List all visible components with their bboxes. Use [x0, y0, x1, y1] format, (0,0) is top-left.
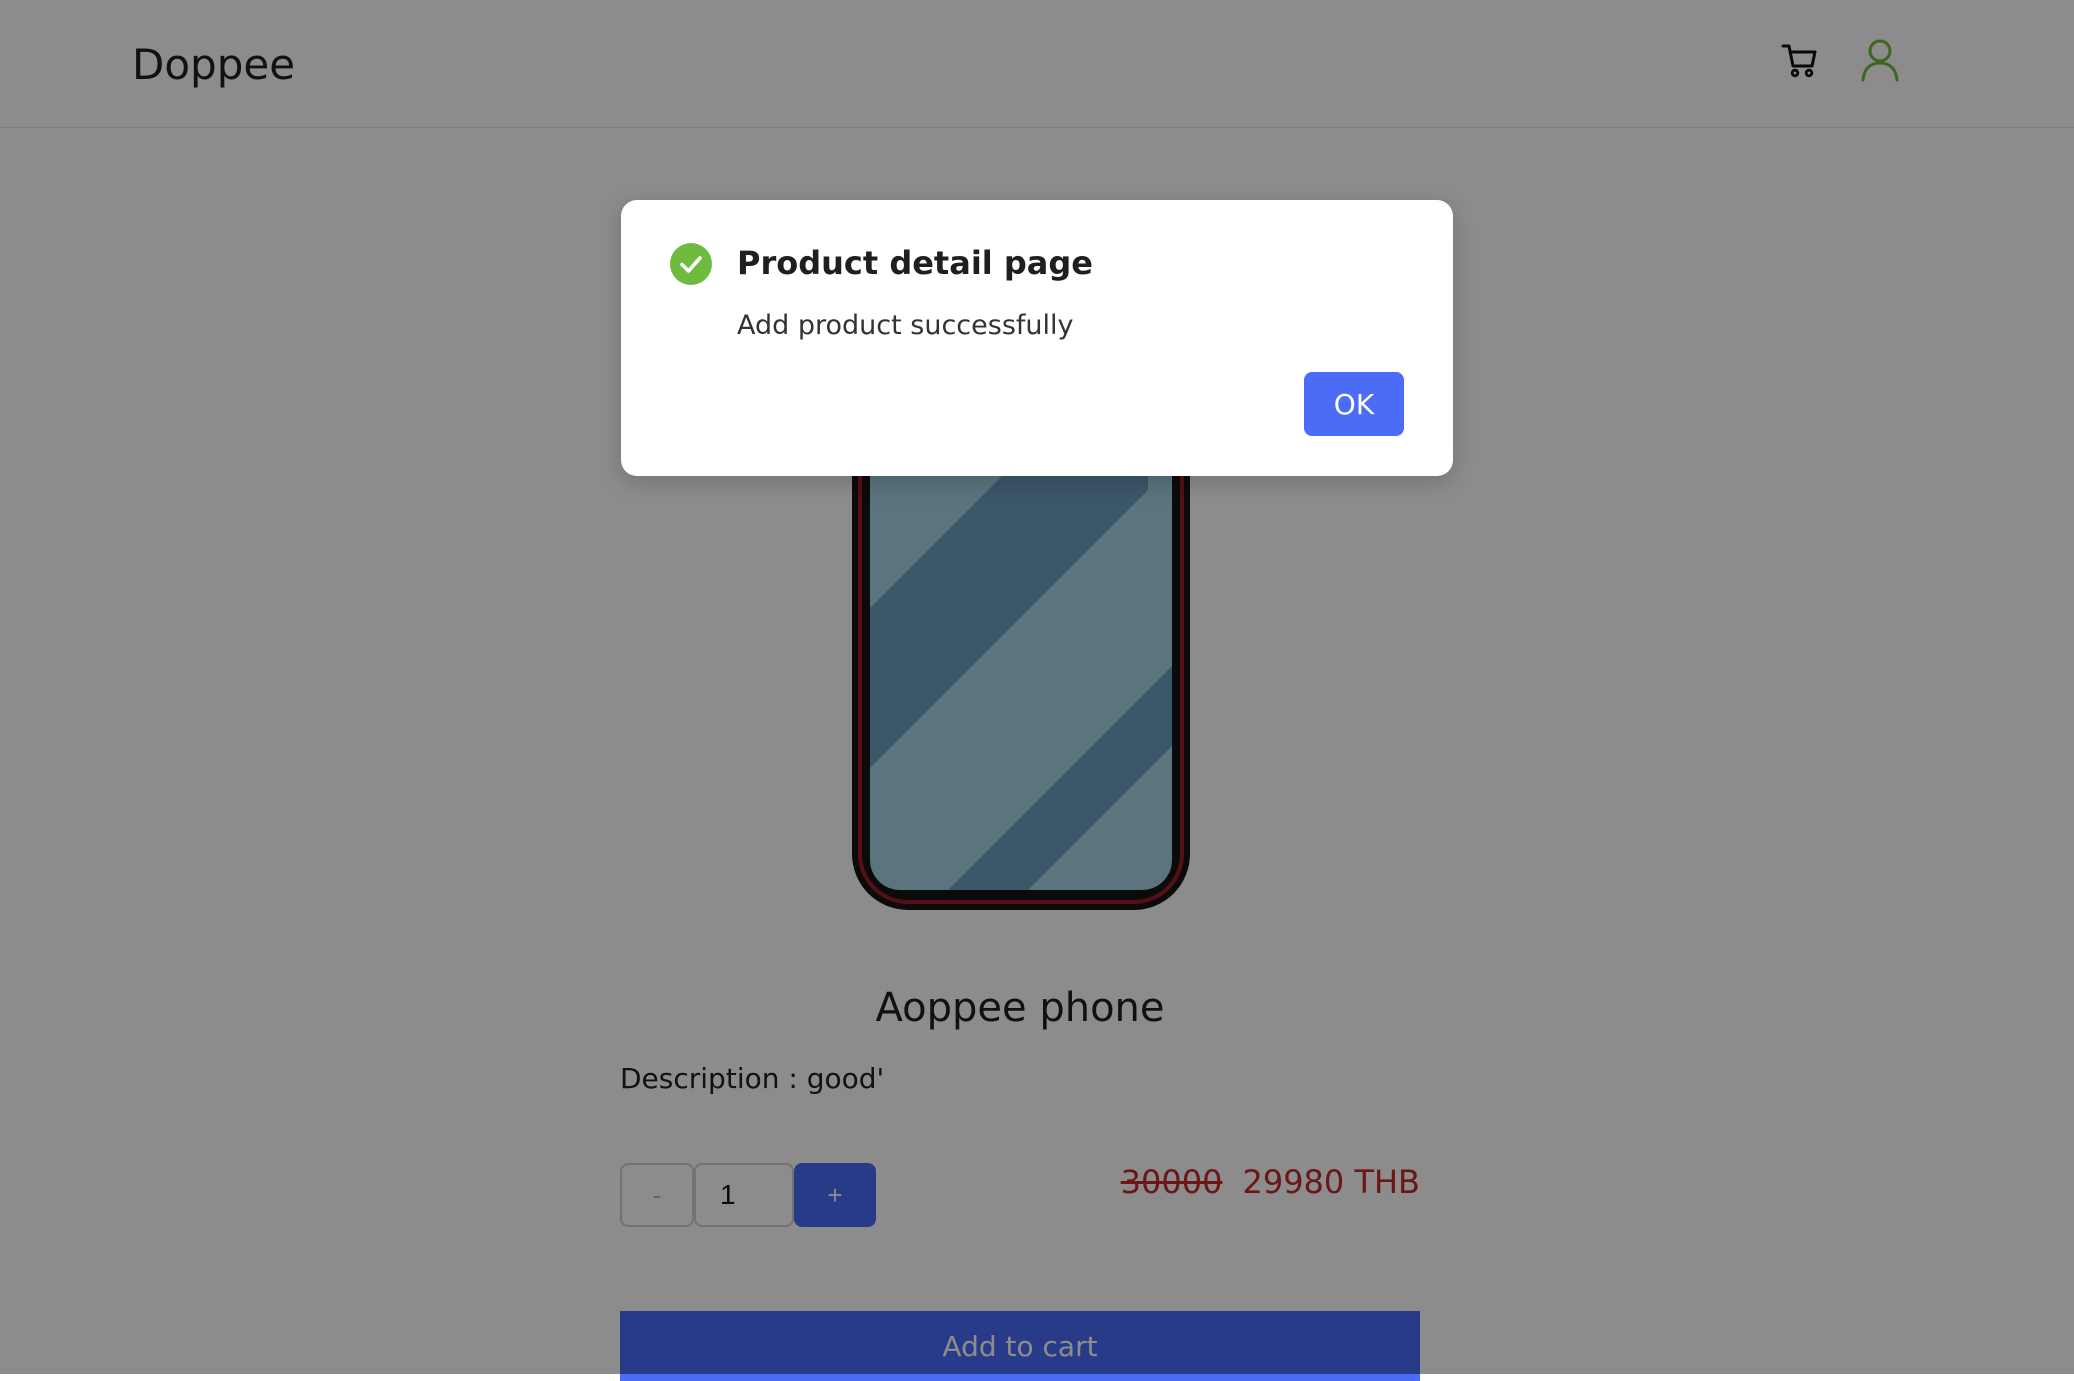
dialog-message: Add product successfully — [737, 310, 1074, 341]
check-circle-icon — [670, 243, 712, 285]
success-dialog: Product detail page Add product successf… — [621, 200, 1453, 476]
dialog-title: Product detail page — [737, 244, 1093, 282]
ok-button[interactable]: OK — [1304, 372, 1404, 436]
